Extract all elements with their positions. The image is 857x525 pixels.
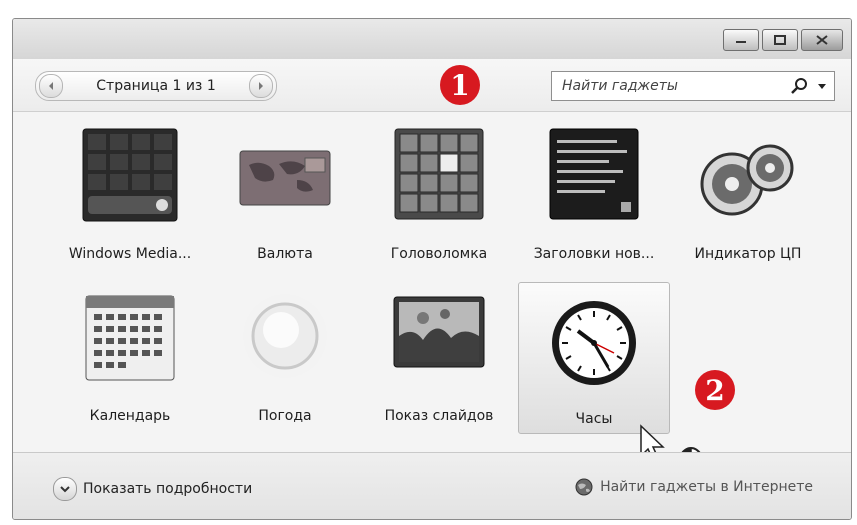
get-gadgets-online-label[interactable]: Найти гаджеты в Интернете <box>600 479 813 495</box>
gadget-grid: Windows Media... Валюта Головоломка Заго… <box>13 112 851 493</box>
minimize-button[interactable] <box>723 29 759 51</box>
chevron-down-icon <box>60 486 70 493</box>
clock-icon <box>552 301 636 385</box>
gadget-puzzle[interactable]: Головоломка <box>364 118 514 268</box>
search-box[interactable]: Найти гаджеты <box>551 71 835 101</box>
news-headlines-icon <box>549 128 639 220</box>
search-icon[interactable] <box>790 76 810 96</box>
chevron-right-icon <box>259 82 263 90</box>
gadget-label: Головоломка <box>390 246 488 262</box>
maximize-button[interactable] <box>762 29 798 51</box>
gadget-label: Заголовки нов... <box>533 246 655 262</box>
gadget-label: Windows Media... <box>68 246 192 262</box>
currency-icon <box>239 150 331 206</box>
close-button[interactable] <box>801 29 843 51</box>
gadget-label: Календарь <box>89 408 171 424</box>
minimize-icon <box>736 41 746 43</box>
gadget-weather[interactable]: Погода <box>210 280 360 430</box>
gadget-clock[interactable]: Часы <box>518 282 670 434</box>
chevron-down-icon <box>818 84 826 89</box>
globe-icon <box>575 478 593 496</box>
windows-media-icon <box>82 128 178 222</box>
slideshow-icon <box>393 296 485 368</box>
gadget-label: Индикатор ЦП <box>694 246 802 262</box>
gadget-windows-media[interactable]: Windows Media... <box>55 118 205 268</box>
window-controls <box>723 29 843 51</box>
maximize-icon <box>774 35 786 45</box>
expand-button[interactable] <box>53 477 77 501</box>
title-bar <box>13 19 851 59</box>
footer: Показать подробности Найти гаджеты в Инт… <box>13 452 851 519</box>
search-dropdown-button[interactable] <box>814 76 830 96</box>
page-navigator: Страница 1 из 1 <box>35 71 277 101</box>
gadget-label: Погода <box>258 408 312 424</box>
previous-page-button[interactable] <box>39 74 63 98</box>
cpu-meter-icon <box>700 144 794 216</box>
weather-icon <box>243 294 327 378</box>
search-input[interactable]: Найти гаджеты <box>552 78 790 94</box>
page-indicator: Страница 1 из 1 <box>96 78 216 94</box>
calendar-icon <box>85 295 175 381</box>
toolbar: Страница 1 из 1 1 Найти гаджеты <box>13 59 851 112</box>
callout-1-badge: 1 <box>440 65 480 105</box>
gadget-calendar[interactable]: Календарь <box>55 280 205 430</box>
show-details-toggle[interactable]: Показать подробности <box>53 477 252 501</box>
close-icon <box>816 35 828 45</box>
puzzle-icon <box>394 128 484 220</box>
gadget-cpu-meter[interactable]: Индикатор ЦП <box>673 118 823 268</box>
gadget-label: Показ слайдов <box>384 408 494 424</box>
gadget-gallery-window: Страница 1 из 1 1 Найти гаджеты Windows … <box>12 18 852 520</box>
get-gadgets-online-link[interactable]: Найти гаджеты в Интернете <box>574 477 813 497</box>
next-page-button[interactable] <box>249 74 273 98</box>
gadget-label: Валюта <box>257 246 313 262</box>
gadget-currency[interactable]: Валюта <box>210 118 360 268</box>
chevron-left-icon <box>49 82 53 90</box>
show-details-label: Показать подробности <box>83 481 253 497</box>
callout-2-badge: 2 <box>695 370 735 410</box>
gadget-slideshow[interactable]: Показ слайдов <box>364 280 514 430</box>
gadget-news-headlines[interactable]: Заголовки нов... <box>519 118 669 268</box>
